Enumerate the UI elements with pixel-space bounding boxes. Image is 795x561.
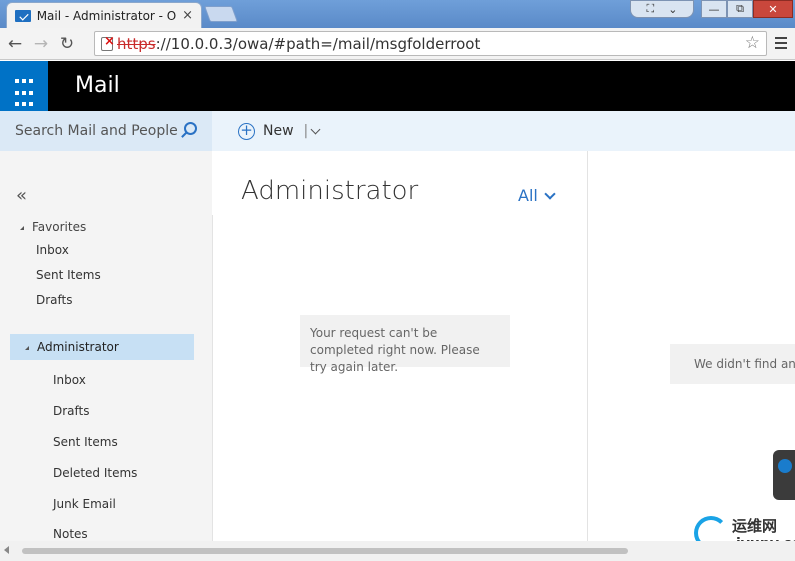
app-header: Mail <box>0 61 795 111</box>
pane-divider <box>212 215 213 541</box>
browser-tab-strip: Mail - Administrator - Out × ⛶ ⌄ — ⧉ ✕ <box>0 0 795 28</box>
account-folder-administrator[interactable]: Administrator <box>10 334 194 360</box>
new-tab-button[interactable] <box>204 6 238 22</box>
minimize-button[interactable]: — <box>701 0 727 18</box>
expand-triangle-icon[interactable] <box>25 345 29 350</box>
error-message: Your request can't be completed right no… <box>300 315 510 374</box>
browser-menu-icon[interactable] <box>775 37 787 49</box>
search-placeholder: Search Mail and People <box>15 123 178 139</box>
expand-triangle-icon[interactable] <box>20 225 24 230</box>
remote-assist-widget-icon[interactable] <box>773 450 795 500</box>
tab-title: Mail - Administrator - Out <box>36 8 177 23</box>
message-list-title: Administrator <box>241 176 419 206</box>
favorite-inbox[interactable]: Inbox <box>36 243 69 257</box>
reload-button[interactable]: ↻ <box>54 34 80 54</box>
close-window-button[interactable]: ✕ <box>753 0 793 18</box>
address-bar[interactable]: https ://10.0.0.3/owa/#path=/mail/msgfol… <box>94 31 767 56</box>
filter-dropdown[interactable]: All <box>518 186 556 205</box>
plus-icon: + <box>238 122 255 140</box>
collapse-pane-icon[interactable]: « <box>16 185 27 206</box>
folder-junk-email[interactable]: Junk Email <box>53 497 116 511</box>
chevron-down-icon[interactable]: ⌄ <box>668 3 677 16</box>
folder-pane: « Favorites Inbox Sent Items Drafts Admi… <box>0 151 212 541</box>
url-path: ://10.0.0.3/owa/#path=/mail/msgfolderroo… <box>155 34 481 53</box>
search-icon[interactable] <box>184 122 197 135</box>
search-input[interactable]: Search Mail and People <box>0 111 212 151</box>
scrollbar-thumb[interactable] <box>22 548 628 554</box>
reading-pane-divider <box>587 151 588 541</box>
folder-notes[interactable]: Notes <box>53 527 88 541</box>
outlook-mail-icon <box>15 9 31 22</box>
chevron-down-icon[interactable] <box>310 124 321 134</box>
folder-deleted-items[interactable]: Deleted Items <box>53 466 137 480</box>
favorite-drafts[interactable]: Drafts <box>36 293 73 307</box>
back-button[interactable]: ← <box>2 34 28 54</box>
forward-button[interactable]: → <box>28 34 54 54</box>
maximize-button[interactable]: ⧉ <box>727 0 753 18</box>
chevron-down-icon <box>544 187 556 200</box>
horizontal-scrollbar[interactable] <box>0 541 795 561</box>
bookmark-star-icon[interactable]: ☆ <box>745 33 760 53</box>
favorites-heading[interactable]: Favorites <box>20 220 86 234</box>
app-launcher-icon[interactable] <box>0 61 48 111</box>
insecure-lock-icon[interactable] <box>101 34 115 51</box>
browser-tab[interactable]: Mail - Administrator - Out × <box>6 2 202 28</box>
window-extra-controls[interactable]: ⛶ ⌄ <box>630 0 694 18</box>
reading-pane-message: We didn't find any <box>670 344 795 384</box>
command-bar: Search Mail and People + New | <box>0 111 795 151</box>
folder-sent-items[interactable]: Sent Items <box>53 435 118 449</box>
folder-drafts[interactable]: Drafts <box>53 404 90 418</box>
new-label: New <box>263 123 294 139</box>
scroll-left-icon[interactable] <box>4 546 9 554</box>
url-scheme: https <box>117 34 156 53</box>
fullscreen-icon[interactable]: ⛶ <box>647 2 655 16</box>
tab-close-icon[interactable]: × <box>182 8 193 23</box>
folder-inbox[interactable]: Inbox <box>53 373 86 387</box>
new-message-button[interactable]: + New | <box>238 120 321 142</box>
filter-label: All <box>518 186 538 205</box>
watermark-cn: 运维网 <box>732 517 778 535</box>
app-title: Mail <box>75 73 120 98</box>
favorite-sent-items[interactable]: Sent Items <box>36 268 101 282</box>
new-separator: | <box>303 123 309 139</box>
browser-toolbar: ← → ↻ https ://10.0.0.3/owa/#path=/mail/… <box>0 28 795 60</box>
